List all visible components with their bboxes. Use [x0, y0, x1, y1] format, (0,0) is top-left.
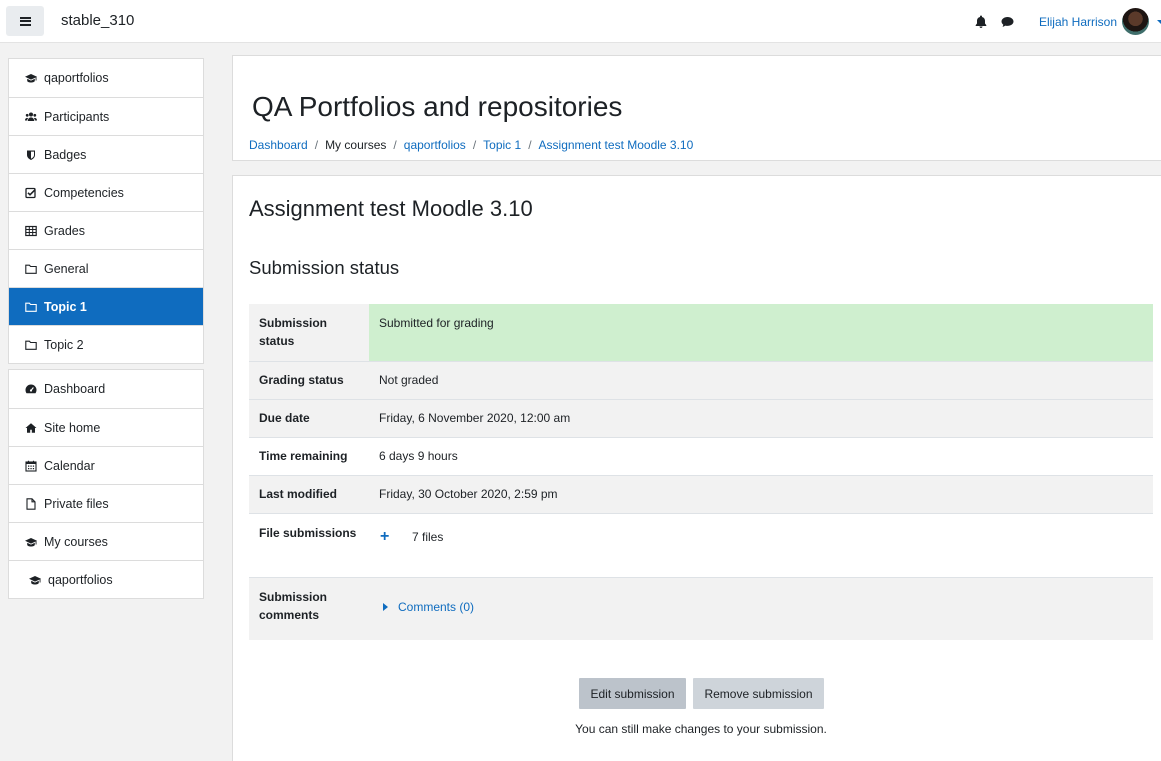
site-name[interactable]: stable_310	[61, 12, 134, 29]
folder-icon	[25, 263, 37, 275]
graduation-cap-icon	[25, 536, 37, 548]
sidebar-item-calendar[interactable]: Calendar	[9, 446, 203, 484]
row-label: Last modified	[249, 474, 369, 513]
assignment-content: Assignment test Moodle 3.10 Submission s…	[232, 175, 1161, 761]
row-label: Submission comments	[249, 576, 369, 640]
breadcrumb-dashboard[interactable]: Dashboard	[249, 138, 308, 152]
breadcrumb-assignment[interactable]: Assignment test Moodle 3.10	[539, 138, 694, 152]
sidebar-item-competencies[interactable]: Competencies	[9, 173, 203, 211]
sidebar-item-qaportfolios[interactable]: qaportfolios	[9, 59, 203, 97]
sidebar-item-topic-1[interactable]: Topic 1	[9, 287, 203, 325]
breadcrumb-topic-1[interactable]: Topic 1	[483, 138, 521, 152]
last-modified-value: Friday, 30 October 2020, 2:59 pm	[369, 474, 1153, 513]
sidebar-item-participants[interactable]: Participants	[9, 97, 203, 135]
row-label: Grading status	[249, 360, 369, 399]
dashboard-icon	[25, 383, 37, 395]
table-row: Grading status Not graded	[249, 360, 1153, 399]
breadcrumb-separator: /	[528, 138, 532, 152]
time-remaining-value: 6 days 9 hours	[369, 436, 1153, 475]
sidebar-item-grades[interactable]: Grades	[9, 211, 203, 249]
comments-toggle[interactable]: Comments (0)	[379, 598, 1143, 616]
breadcrumb-my-courses: My courses	[325, 138, 387, 152]
sidebar-item-my-courses[interactable]: My courses	[9, 522, 203, 560]
shield-icon	[25, 149, 37, 161]
page-title: QA Portfolios and repositories	[252, 91, 623, 122]
hamburger-icon	[19, 16, 31, 26]
table-icon	[25, 225, 37, 237]
home-icon	[25, 422, 37, 434]
due-date-value: Friday, 6 November 2020, 12:00 am	[369, 398, 1153, 437]
sidebar-item-dashboard[interactable]: Dashboard	[9, 370, 203, 408]
table-row: File submissions + 7 files	[249, 512, 1153, 577]
chevron-down-icon[interactable]	[1157, 19, 1161, 24]
folder-icon	[25, 339, 37, 351]
sidebar-item-topic-2[interactable]: Topic 2	[9, 325, 203, 363]
breadcrumb-qaportfolios[interactable]: qaportfolios	[404, 138, 466, 152]
file-count: 7 files	[412, 529, 444, 544]
breadcrumb: Dashboard / My courses / qaportfolios / …	[249, 138, 693, 152]
table-row: Submission comments Comments (0)	[249, 576, 1153, 640]
file-icon	[25, 497, 37, 510]
page-header: QA Portfolios and repositories Dashboard…	[232, 55, 1161, 161]
calendar-icon	[25, 460, 37, 472]
table-row: Submission status Submitted for grading	[249, 304, 1153, 361]
submission-status-table: Submission status Submitted for grading …	[249, 304, 1153, 640]
users-icon	[25, 111, 37, 123]
table-row: Last modified Friday, 30 October 2020, 2…	[249, 474, 1153, 513]
submission-help-text: You can still make changes to your submi…	[575, 722, 827, 736]
submission-status-heading: Submission status	[249, 257, 400, 278]
user-avatar[interactable]	[1122, 8, 1149, 35]
check-square-icon	[25, 187, 37, 199]
top-navbar: stable_310 Elijah Harrison	[0, 0, 1161, 43]
row-label: Time remaining	[249, 436, 369, 475]
sidebar-item-general[interactable]: General	[9, 249, 203, 287]
sidebar-item-site-home[interactable]: Site home	[9, 408, 203, 446]
main-region: QA Portfolios and repositories Dashboard…	[220, 43, 1161, 761]
caret-right-icon	[383, 602, 388, 611]
file-tree-toggle[interactable]: + 7 files	[379, 528, 1143, 545]
file-submissions-value: + 7 files	[369, 512, 1153, 577]
breadcrumb-separator: /	[393, 138, 397, 152]
graduation-cap-icon	[25, 72, 37, 84]
sidebar: qaportfolios Participants Badges Compete…	[0, 43, 220, 761]
course-navigation: qaportfolios Participants Badges Compete…	[8, 58, 204, 364]
table-row: Due date Friday, 6 November 2020, 12:00 …	[249, 398, 1153, 437]
assignment-title: Assignment test Moodle 3.10	[249, 196, 533, 221]
breadcrumb-separator: /	[472, 138, 477, 152]
plus-icon[interactable]: +	[380, 528, 392, 545]
sidebar-item-badges[interactable]: Badges	[9, 135, 203, 173]
chat-bubble-icon[interactable]	[1001, 16, 1014, 28]
row-label: Due date	[249, 398, 369, 437]
row-label: File submissions	[249, 512, 369, 577]
edit-submission-button[interactable]: Edit submission	[579, 678, 686, 709]
menu-toggle-button[interactable]	[6, 6, 44, 36]
breadcrumb-separator: /	[314, 138, 319, 152]
graduation-cap-icon	[29, 574, 41, 586]
remove-submission-button[interactable]: Remove submission	[693, 678, 824, 709]
sidebar-item-qaportfolios-course[interactable]: qaportfolios	[9, 560, 203, 598]
bell-icon[interactable]	[975, 15, 987, 28]
sidebar-item-private-files[interactable]: Private files	[9, 484, 203, 522]
folder-icon	[25, 301, 37, 313]
submission-status-value: Submitted for grading	[369, 304, 1153, 361]
row-label: Submission status	[249, 304, 369, 361]
comments-link[interactable]: Comments (0)	[398, 598, 474, 616]
table-row: Time remaining 6 days 9 hours	[249, 436, 1153, 475]
user-name[interactable]: Elijah Harrison	[1039, 15, 1117, 29]
grading-status-value: Not graded	[369, 360, 1153, 399]
submission-comments-value: Comments (0)	[369, 576, 1153, 640]
site-navigation: Dashboard Site home Calendar Private fil…	[8, 369, 204, 599]
